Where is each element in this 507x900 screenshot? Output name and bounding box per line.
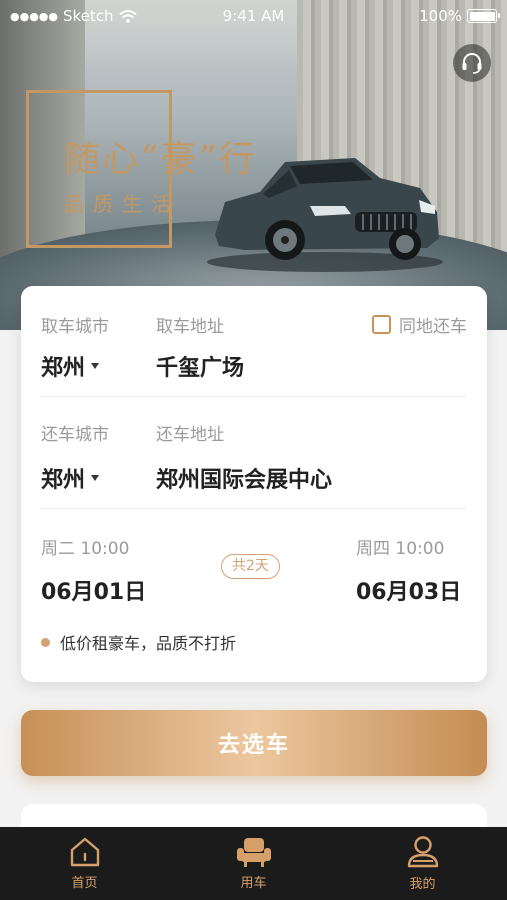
pickup-city-label: 取车城市 <box>41 317 109 337</box>
booking-card: 取车城市 取车地址 同地还车 郑州 千玺广场 还车城市 还车地址 郑州 郑州国际… <box>21 286 487 682</box>
tab-home-label: 首页 <box>71 876 98 891</box>
same-return-toggle[interactable]: 同地还车 <box>372 312 467 337</box>
start-date[interactable]: 06月01日 <box>41 574 146 606</box>
caret-down-icon <box>91 363 100 369</box>
slogan-subtitle: 品质生活 <box>64 192 180 216</box>
promo-text: 低价租豪车，品质不打折 <box>60 634 237 653</box>
return-address-label: 还车地址 <box>156 425 224 445</box>
end-date[interactable]: 06月03日 <box>356 574 461 606</box>
caret-down-icon <box>91 475 100 481</box>
start-weekday-time: 周二 10:00 <box>41 539 130 559</box>
tab-profile-label: 我的 <box>409 877 436 892</box>
pickup-city-value: 郑州 <box>41 356 86 381</box>
status-bar: ●●●●● Sketch 9:41 AM 100% <box>0 0 507 32</box>
pickup-address-label: 取车地址 <box>156 317 224 337</box>
car-image <box>207 158 443 272</box>
tab-home[interactable]: 首页 <box>0 827 169 900</box>
return-city-value: 郑州 <box>41 468 86 493</box>
return-address-field[interactable]: 郑州国际会展中心 <box>156 462 332 494</box>
rental-duration-badge: 共2天 <box>221 554 280 579</box>
tab-car-label: 用车 <box>240 876 267 891</box>
divider <box>41 508 466 509</box>
battery-icon <box>467 9 500 23</box>
battery-percent: 100% <box>419 7 462 25</box>
home-icon <box>70 837 99 867</box>
user-icon <box>407 836 438 868</box>
promo-note: 低价租豪车，品质不打折 <box>41 630 236 654</box>
choose-car-button[interactable]: 去选车 <box>21 710 487 776</box>
same-return-label: 同地还车 <box>399 317 467 337</box>
pickup-address-field[interactable]: 千玺广场 <box>156 350 244 382</box>
pickup-city-select[interactable]: 郑州 <box>41 350 100 382</box>
end-weekday-time: 周四 10:00 <box>356 539 445 559</box>
tab-car[interactable]: 用车 <box>169 827 338 900</box>
tab-profile[interactable]: 我的 <box>338 827 507 900</box>
divider <box>41 396 466 397</box>
bullet-dot-icon <box>41 637 50 647</box>
return-city-select[interactable]: 郑州 <box>41 462 100 494</box>
customer-service-button[interactable] <box>453 44 491 82</box>
return-city-label: 还车城市 <box>41 425 109 445</box>
battery-info: 100% <box>419 7 500 25</box>
same-return-checkbox[interactable] <box>372 315 391 334</box>
headset-icon <box>462 53 482 74</box>
hero-banner: 随心“豪”行 品质生活 ●●●●● Sketch 9:41 AM 100% <box>0 0 507 330</box>
car-seat-icon <box>236 838 271 867</box>
tab-bar: 首页 用车 我的 <box>0 827 507 900</box>
